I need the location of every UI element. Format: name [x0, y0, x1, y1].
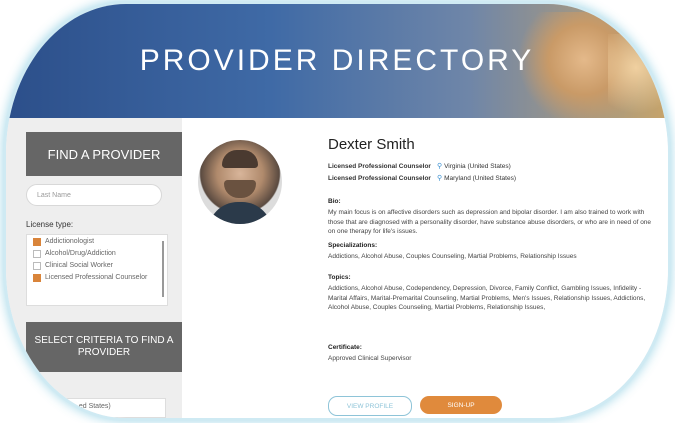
license-option-label: Licensed Professional Counselor: [45, 274, 148, 281]
topics-label: Topics:: [328, 274, 351, 281]
avatar-beard: [224, 180, 256, 198]
state-select[interactable]: ...ed States): [66, 398, 166, 418]
banner: PROVIDER DIRECTORY: [6, 4, 668, 118]
license-type-label: License type:: [26, 220, 74, 229]
checkbox-checked[interactable]: [33, 274, 41, 282]
credential-location: Virginia (United States): [444, 162, 511, 170]
location-pin-icon: ⚲: [436, 175, 443, 182]
license-option[interactable]: Addictionologist: [27, 235, 167, 247]
topics-text: Addictions, Alcohol Abuse, Codependency,…: [328, 285, 646, 311]
checkbox-checked[interactable]: [33, 238, 41, 246]
page-title: PROVIDER DIRECTORY: [139, 44, 535, 77]
license-option[interactable]: Alcohol/Drug/Addiction: [27, 247, 167, 259]
license-option-label: Clinical Social Worker: [45, 262, 113, 269]
credential-title: Licensed Professional Counselor: [328, 162, 431, 170]
credential-location: Maryland (United States): [444, 174, 516, 182]
license-type-list[interactable]: Addictionologist Alcohol/Drug/Addiction …: [26, 234, 168, 306]
provider-avatar: [198, 140, 282, 224]
sidebar: FIND A PROVIDER Last Name License type: …: [6, 118, 182, 418]
find-provider-heading: FIND A PROVIDER: [26, 132, 182, 176]
credential-row: Licensed Professional Counselor ⚲ Virgin…: [328, 162, 511, 171]
location-pin-icon: ⚲: [436, 163, 443, 170]
bio-text: My main focus is on affective disorders …: [328, 209, 652, 235]
credential-row: Licensed Professional Counselor ⚲ Maryla…: [328, 174, 516, 183]
certificate-text: Approved Clinical Supervisor: [328, 355, 412, 362]
view-profile-button[interactable]: VIEW PROFILE: [328, 396, 412, 416]
specializations-label: Specializations:: [328, 242, 378, 249]
sign-up-button[interactable]: SIGN-UP: [420, 396, 502, 414]
provider-card: Dexter Smith Licensed Professional Couns…: [182, 118, 668, 418]
select-criteria-heading: SELECT CRITERIA TO FIND A PROVIDER: [26, 322, 182, 372]
license-option[interactable]: Licensed Professional Counselor: [27, 271, 167, 283]
last-name-input[interactable]: Last Name: [26, 184, 162, 206]
bio-label: Bio:: [328, 198, 341, 205]
certificate-label: Certificate:: [328, 344, 362, 351]
provider-name: Dexter Smith: [328, 136, 415, 153]
checkbox[interactable]: [33, 262, 41, 270]
avatar-hair: [222, 150, 258, 168]
specializations-text: Addictions, Alcohol Abuse, Couples Couns…: [328, 253, 577, 260]
license-option-label: Alcohol/Drug/Addiction: [45, 250, 116, 257]
directory-card: PROVIDER DIRECTORY FIND A PROVIDER Last …: [6, 4, 668, 418]
credential-title: Licensed Professional Counselor: [328, 174, 431, 182]
checkbox[interactable]: [33, 250, 41, 258]
list-scrollbar[interactable]: [162, 241, 164, 297]
license-option[interactable]: Clinical Social Worker: [27, 259, 167, 271]
avatar-shirt: [208, 202, 272, 224]
license-option-label: Addictionologist: [45, 238, 95, 245]
